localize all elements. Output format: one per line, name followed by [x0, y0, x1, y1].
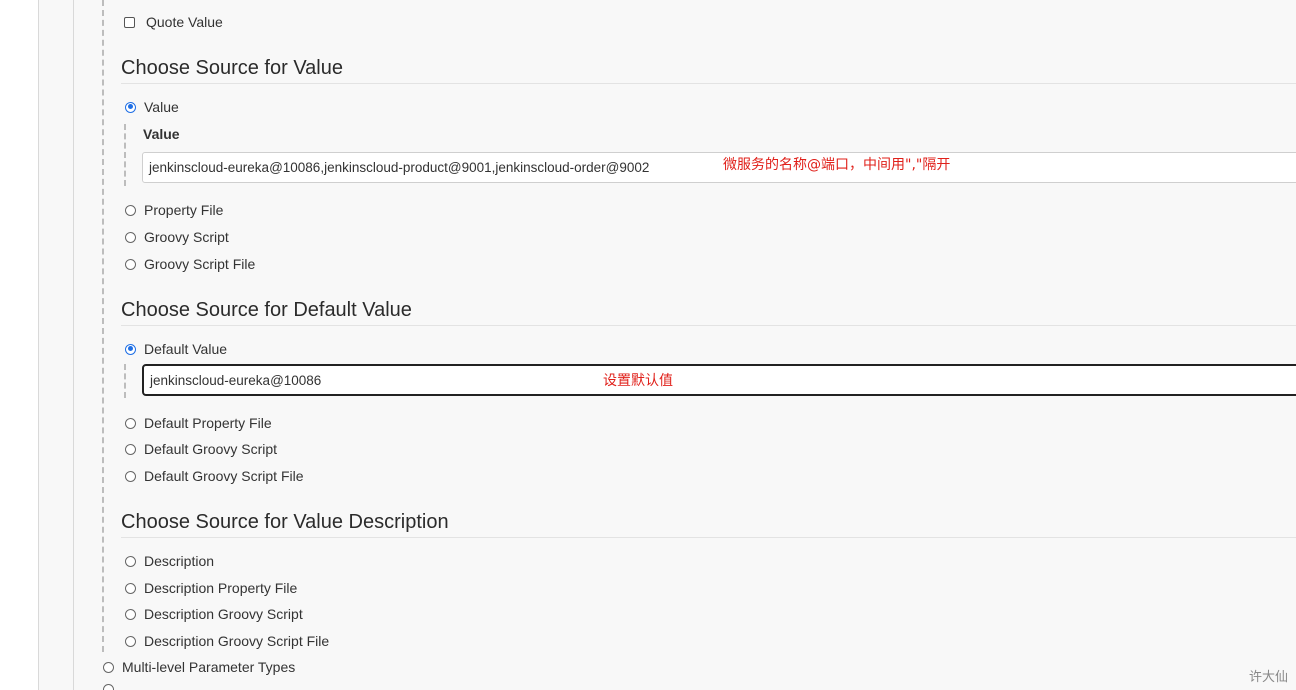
default-annotation: 设置默认值 — [603, 373, 673, 389]
heading-divider — [121, 83, 1296, 84]
value-input-text: jenkinscloud-eureka@10086,jenkinscloud-p… — [149, 160, 650, 175]
radio-default-value-label: Default Value — [144, 341, 228, 357]
jenkins-parameter-config: Quote Value Choose Source for Value Valu… — [0, 0, 1296, 690]
heading-divider — [121, 537, 1296, 538]
radio-value-label: Value — [144, 99, 179, 115]
radio-icon[interactable] — [125, 608, 136, 620]
radio-icon[interactable] — [125, 582, 136, 594]
radio-description-groovy-script-file-label: Description Groovy Script File — [144, 633, 330, 649]
radio-default-property-file[interactable]: Default Property File — [125, 414, 272, 432]
radio-groovy-script[interactable]: Groovy Script — [125, 228, 229, 246]
description-source-heading: Choose Source for Value Description — [121, 511, 449, 533]
page-margin — [0, 0, 38, 690]
quote-value-checkbox-row[interactable]: Quote Value — [124, 13, 223, 31]
radio-icon[interactable] — [125, 417, 136, 429]
radio-value[interactable]: Value — [125, 98, 179, 116]
value-input[interactable]: jenkinscloud-eureka@10086,jenkinscloud-p… — [142, 152, 1296, 183]
radio-groovy-script-file[interactable]: Groovy Script File — [125, 255, 255, 273]
radio-icon[interactable] — [103, 684, 114, 690]
radio-next-option-partial[interactable] — [103, 684, 122, 690]
radio-description-label: Description — [144, 553, 215, 569]
value-field-label: Value — [143, 126, 180, 142]
quote-value-checkbox[interactable] — [124, 16, 135, 28]
radio-icon[interactable] — [103, 661, 114, 673]
radio-description-groovy-script-file[interactable]: Description Groovy Script File — [125, 632, 329, 650]
radio-groovy-script-file-label: Groovy Script File — [144, 256, 256, 272]
radio-property-file-label: Property File — [144, 202, 224, 218]
radio-description-groovy-script[interactable]: Description Groovy Script — [125, 605, 303, 623]
radio-icon[interactable] — [125, 555, 136, 567]
radio-icon[interactable] — [125, 204, 136, 216]
radio-default-value[interactable]: Default Value — [125, 340, 227, 358]
radio-icon[interactable] — [125, 231, 136, 243]
watermark: 许大仙 — [1248, 670, 1288, 685]
radio-default-groovy-script-file[interactable]: Default Groovy Script File — [125, 467, 304, 485]
radio-description[interactable]: Description — [125, 552, 214, 570]
radio-multi-level-parameter-types[interactable]: Multi-level Parameter Types — [103, 658, 295, 676]
radio-icon[interactable] — [125, 470, 136, 482]
section-border — [73, 0, 74, 690]
default-value-input[interactable]: jenkinscloud-eureka@10086 — [142, 364, 1296, 396]
value-annotation: 微服务的名称@端口，中间用","隔开 — [723, 157, 951, 173]
value-source-heading: Choose Source for Value — [121, 57, 343, 79]
radio-default-groovy-script[interactable]: Default Groovy Script — [125, 440, 277, 458]
radio-icon[interactable] — [125, 443, 136, 455]
default-value-input-text: jenkinscloud-eureka@10086 — [150, 372, 322, 388]
radio-icon[interactable] — [125, 258, 136, 270]
radio-icon[interactable] — [125, 635, 136, 647]
heading-divider — [121, 325, 1296, 326]
radio-selected-icon[interactable] — [125, 343, 136, 355]
radio-multi-level-parameter-types-label: Multi-level Parameter Types — [122, 659, 296, 675]
value-field-guide — [124, 124, 126, 186]
default-field-guide — [124, 364, 126, 398]
quote-value-label: Quote Value — [146, 14, 223, 30]
radio-description-property-file-label: Description Property File — [144, 580, 298, 596]
radio-default-property-file-label: Default Property File — [144, 415, 272, 431]
radio-selected-icon[interactable] — [125, 101, 136, 113]
radio-default-groovy-script-label: Default Groovy Script — [144, 441, 278, 457]
nested-section-guide — [102, 0, 104, 652]
radio-property-file[interactable]: Property File — [125, 201, 223, 219]
radio-default-groovy-script-file-label: Default Groovy Script File — [144, 468, 304, 484]
radio-groovy-script-label: Groovy Script — [144, 229, 229, 245]
radio-description-groovy-script-label: Description Groovy Script — [144, 606, 303, 622]
default-source-heading: Choose Source for Default Value — [121, 299, 412, 321]
radio-description-property-file[interactable]: Description Property File — [125, 579, 297, 597]
